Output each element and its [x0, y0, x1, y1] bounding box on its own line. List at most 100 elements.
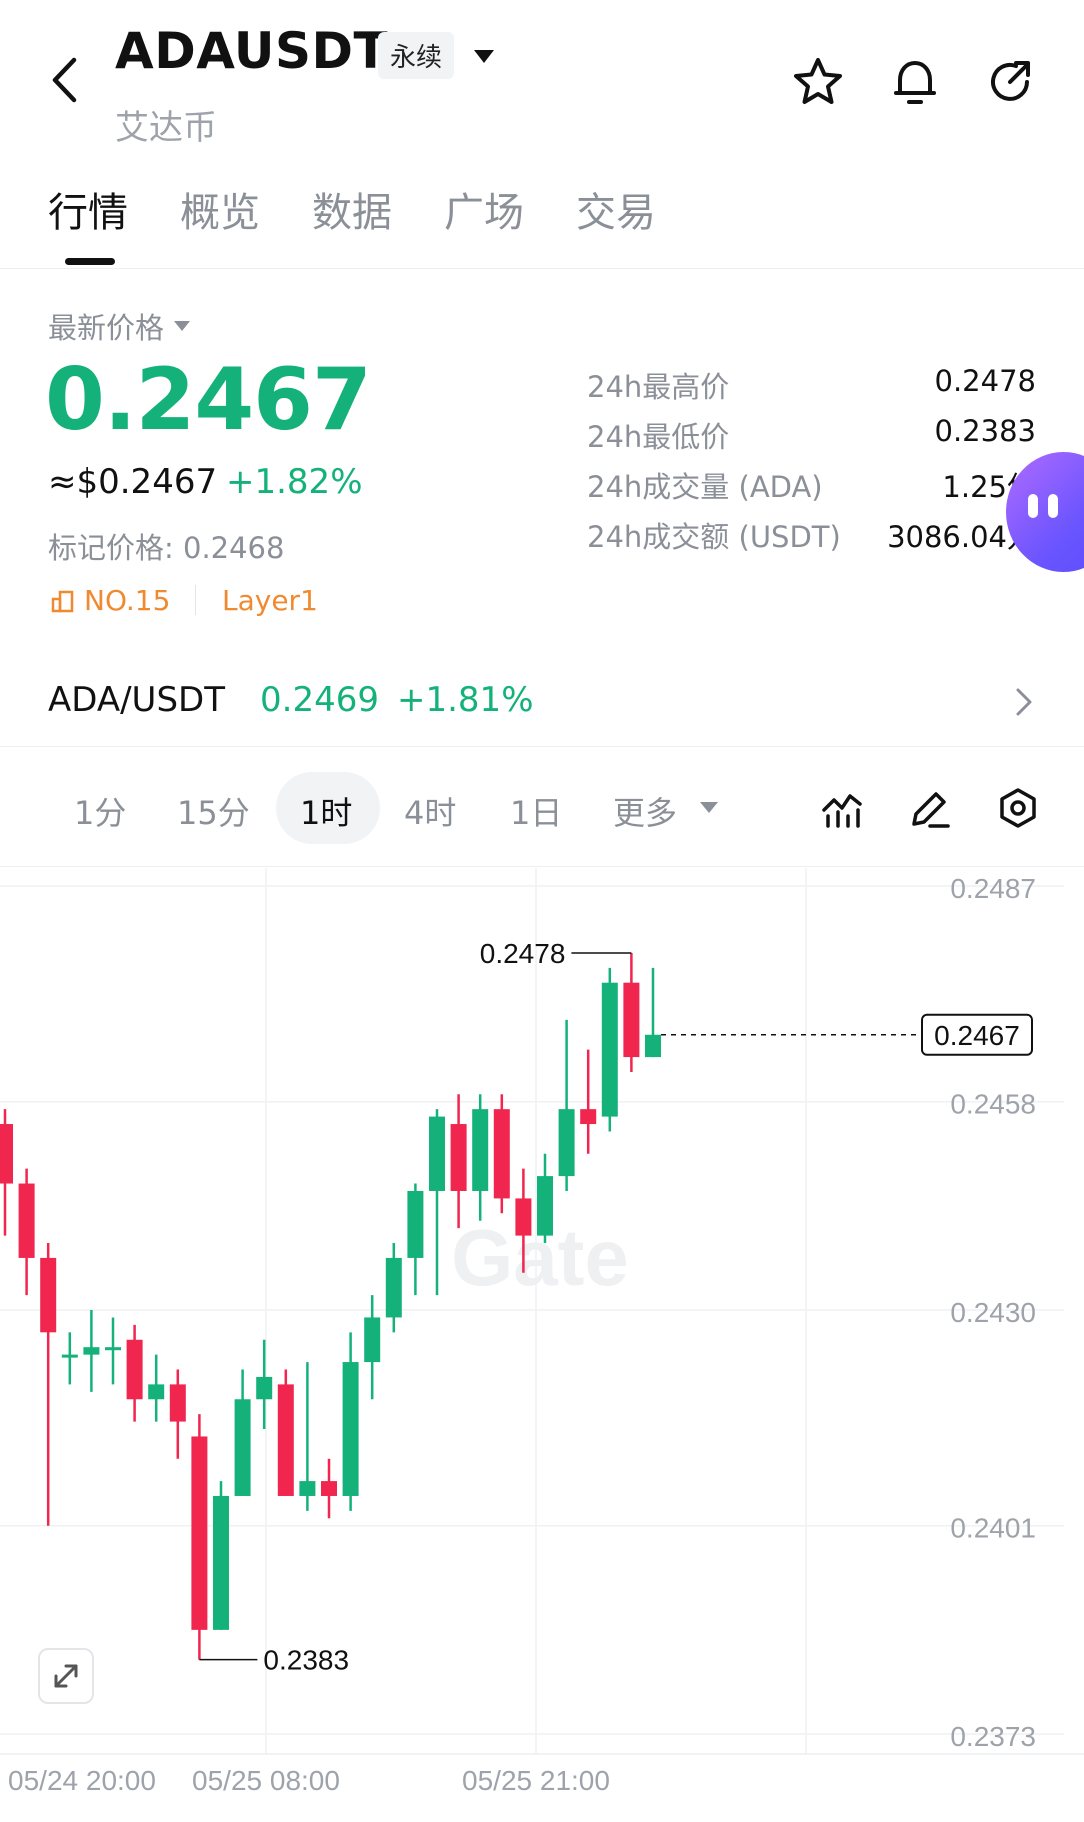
stat-label-turnover: 24h成交额 (USDT) [587, 520, 841, 554]
candle-body [321, 1481, 337, 1496]
bell-icon [894, 61, 936, 104]
x-tick-label: 05/25 21:00 [462, 1765, 610, 1796]
x-axis: 05/24 20:00 05/25 08:00 05/25 21:00 [8, 1765, 610, 1796]
spot-divider [0, 746, 1084, 747]
candle-body [299, 1481, 316, 1496]
candle-body [429, 1116, 445, 1191]
star-icon [794, 58, 842, 104]
refresh-button[interactable] [980, 52, 1040, 112]
rank-icon [51, 590, 74, 612]
interval-1d[interactable]: 1日 [510, 788, 562, 834]
y-tick-label: 0.2401 [950, 1513, 1036, 1544]
stat-label-low: 24h最低价 [587, 420, 730, 454]
draw-icon [912, 792, 950, 828]
stat-label-volume: 24h成交量 (ADA) [587, 470, 823, 504]
candle-body [364, 1317, 381, 1363]
more-caret-icon[interactable] [700, 802, 718, 813]
latest-price-selector[interactable]: 最新价格 [48, 305, 191, 347]
tag-separator [195, 585, 196, 615]
assistant-eye-right [1048, 494, 1058, 518]
chevron-right-icon[interactable] [1008, 684, 1038, 720]
tab-overview[interactable]: 概览 [180, 180, 260, 238]
category-tag[interactable]: Layer1 [222, 584, 318, 617]
refresh-icon [991, 61, 1030, 101]
x-tick-label: 05/25 08:00 [192, 1765, 340, 1796]
caret-down-icon [174, 321, 191, 331]
rank-text: NO.15 [84, 584, 171, 617]
contract-type-badge[interactable]: 永续 [378, 32, 455, 79]
interval-15m[interactable]: 15分 [177, 788, 250, 834]
candle-body [472, 1109, 489, 1191]
usd-price: ≈$0.2467 [48, 462, 218, 502]
y-tick-label: 0.2430 [950, 1297, 1036, 1328]
candle-body [213, 1495, 229, 1630]
interval-divider [0, 866, 1084, 867]
candle-body [601, 982, 618, 1117]
candle-body [18, 1183, 35, 1258]
interval-more[interactable]: 更多 [613, 788, 677, 834]
active-tab-indicator [65, 258, 115, 265]
candle-body [61, 1354, 78, 1358]
candle-body [83, 1347, 100, 1355]
stat-value-low: 0.2383 [934, 414, 1036, 448]
tabs-divider [0, 268, 1084, 269]
candle-body [0, 1124, 13, 1184]
coin-name: 艾达币 [115, 108, 217, 148]
fullscreen-button[interactable] [38, 1648, 94, 1704]
indicator-button[interactable] [814, 780, 870, 836]
symbol-title[interactable]: ADAUSDT [115, 22, 388, 80]
tab-market[interactable]: 行情 [48, 180, 128, 238]
y-tick-label: 0.2458 [950, 1089, 1036, 1120]
candle-body [342, 1362, 359, 1496]
candle-body [385, 1257, 402, 1318]
chart-settings-button[interactable] [990, 780, 1046, 836]
spot-pair-label[interactable]: ADA/USDT [48, 680, 225, 720]
alert-button[interactable] [885, 52, 945, 112]
tab-square[interactable]: 广场 [444, 180, 524, 238]
candle-body [537, 1176, 553, 1236]
last-price: 0.2467 [45, 350, 372, 450]
interval-1h[interactable]: 1时 [300, 788, 352, 834]
x-tick-label: 05/24 20:00 [8, 1765, 156, 1796]
candle-body [623, 982, 640, 1058]
favorite-button[interactable] [788, 52, 848, 112]
candle-body [493, 1109, 510, 1199]
candle-body [40, 1257, 57, 1333]
draw-button[interactable] [902, 780, 958, 836]
candle-body [580, 1109, 597, 1125]
y-tick-label: 0.2487 [950, 873, 1036, 904]
symbol-dropdown-icon[interactable] [474, 50, 494, 63]
rank-badge[interactable]: NO.15 [50, 584, 170, 617]
mark-price: 标记价格: 0.2468 [48, 531, 285, 565]
spot-change-percent: +1.81% [397, 680, 534, 720]
latest-price-label: 最新价格 [48, 311, 165, 345]
stat-value-high: 0.2478 [934, 364, 1036, 398]
interval-4h[interactable]: 4时 [404, 788, 456, 834]
y-axis: 0.2487 0.2458 0.2430 0.2401 0.2373 [950, 873, 1036, 1752]
candle-body [256, 1376, 273, 1400]
candle-body [191, 1436, 208, 1630]
candlestick-chart[interactable]: Gate 0.24780.23830.2467 0.24870.24580.24… [0, 868, 1084, 1822]
low-price-label: 0.2383 [263, 1645, 349, 1676]
back-icon [52, 57, 77, 103]
stat-label-high: 24h最高价 [587, 370, 730, 404]
back-button[interactable] [40, 50, 90, 110]
y-tick-label: 0.2373 [950, 1721, 1036, 1752]
tab-trade[interactable]: 交易 [576, 180, 656, 238]
candle-body [148, 1384, 165, 1400]
price-change-percent: +1.82% [226, 462, 363, 502]
interval-1m[interactable]: 1分 [74, 788, 126, 834]
last-price-value: 0.2467 [934, 1020, 1020, 1051]
candle-body [515, 1198, 532, 1236]
high-price-label: 0.2478 [480, 938, 566, 969]
candle-body [169, 1384, 186, 1422]
expand-icon [54, 1664, 78, 1688]
tab-data[interactable]: 数据 [312, 180, 392, 238]
candle-body [277, 1384, 294, 1496]
assistant-eye-left [1028, 494, 1038, 518]
candle-body [234, 1399, 251, 1496]
candle-body [645, 1034, 661, 1058]
candle-body [105, 1347, 121, 1351]
spot-price: 0.2469 [260, 680, 379, 720]
candle-body [558, 1109, 575, 1177]
